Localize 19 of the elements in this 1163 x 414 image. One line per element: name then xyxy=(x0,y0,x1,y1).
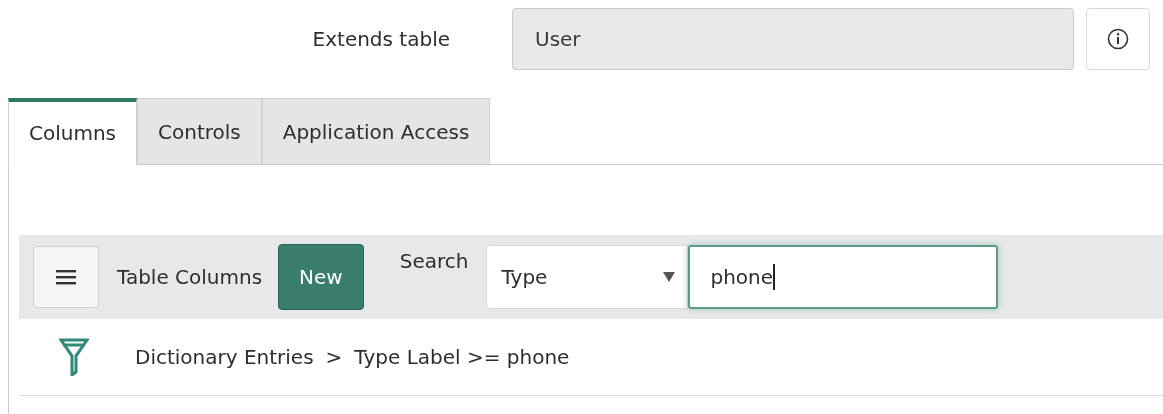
breadcrumb-item[interactable]: Dictionary Entries xyxy=(135,345,314,369)
tab[interactable]: Controls xyxy=(137,98,262,164)
new-button[interactable]: New xyxy=(278,244,364,310)
search-label: Search xyxy=(399,249,469,273)
tab[interactable]: Columns xyxy=(8,98,137,165)
field-label: Extends table xyxy=(311,27,450,51)
extends-table-field[interactable]: User xyxy=(512,8,1074,70)
menu-icon xyxy=(56,269,76,285)
search-input[interactable]: phone xyxy=(688,245,999,309)
breadcrumb-item[interactable]: Type Label >= phone xyxy=(354,345,570,369)
tab[interactable]: Application Access xyxy=(261,98,491,164)
list-title: Table Columns xyxy=(117,265,263,289)
info-icon xyxy=(1107,28,1129,50)
menu-button[interactable] xyxy=(33,246,99,308)
breadcrumb-item[interactable]: > xyxy=(325,345,343,369)
search-field-select[interactable]: Type xyxy=(486,245,689,309)
info-button[interactable] xyxy=(1086,8,1150,70)
caret-icon xyxy=(663,272,676,282)
filter-icon[interactable] xyxy=(59,338,89,376)
